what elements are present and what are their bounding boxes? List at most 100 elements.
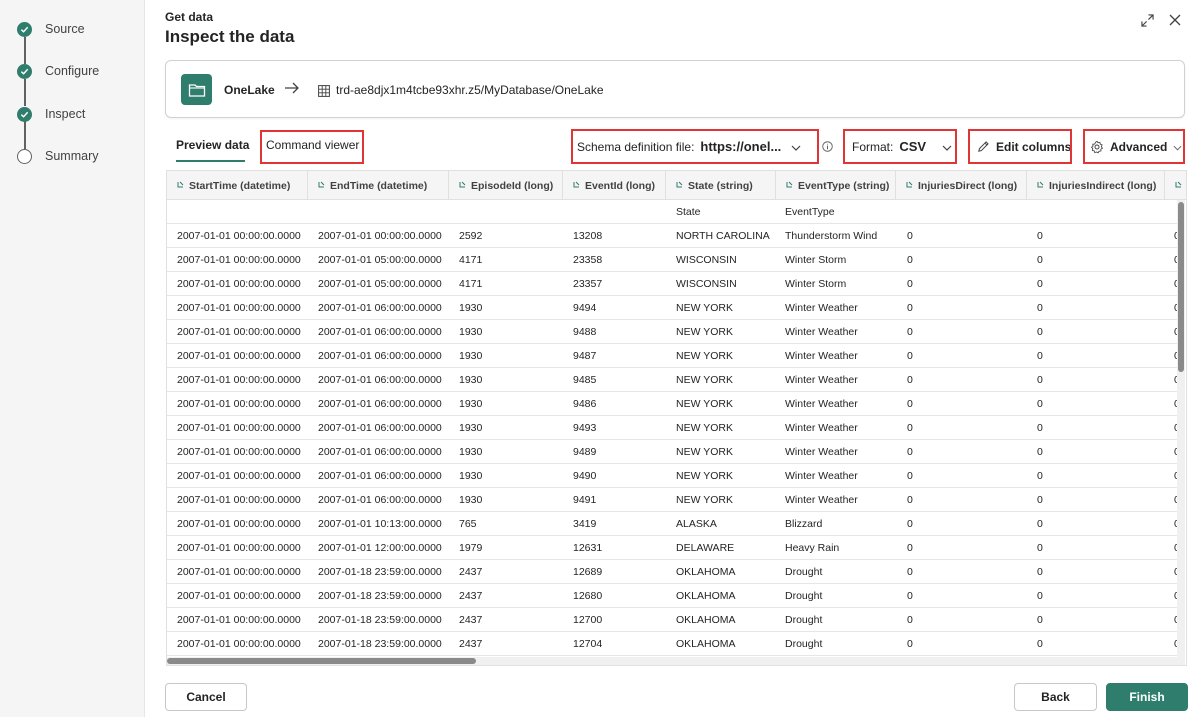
table-cell: 0	[1037, 229, 1043, 242]
cancel-button[interactable]: Cancel	[165, 683, 247, 711]
sort-icon	[676, 180, 684, 192]
step-inspect[interactable]: Inspect	[17, 104, 85, 124]
column-header-label: InjuriesDirect (long)	[918, 179, 1018, 192]
table-cell: 0	[1037, 301, 1043, 314]
column-header[interactable]: InjuriesIndirect (long)	[1027, 171, 1165, 200]
scrollbar-thumb[interactable]	[1178, 202, 1184, 372]
table-cell: 2007-01-01 00:00:00.0000	[177, 493, 301, 506]
expand-icon[interactable]	[1140, 13, 1154, 27]
column-header[interactable]	[1165, 171, 1186, 200]
format-dropdown[interactable]: Format: CSV	[843, 129, 957, 164]
table-cell: NEW YORK	[676, 469, 733, 482]
pencil-icon	[977, 140, 990, 153]
table-row: 2007-01-01 00:00:00.0000 2007-01-01 06:00…	[167, 392, 1180, 416]
table-cell: OKLAHOMA	[676, 589, 736, 602]
source-name: OneLake	[224, 83, 275, 97]
table-cell: 0	[907, 325, 913, 338]
vertical-scrollbar[interactable]	[1177, 200, 1185, 665]
table-cell: 2007-01-01 00:00:00.0000	[177, 397, 301, 410]
table-cell: Winter Weather	[785, 445, 858, 458]
column-header[interactable]: StartTime (datetime)	[167, 171, 308, 200]
check-circle-icon	[17, 106, 32, 122]
table-cell: 3419	[573, 517, 597, 530]
table-cell: Winter Weather	[785, 397, 858, 410]
table-cell: 2007-01-01 00:00:00.0000	[177, 421, 301, 434]
finish-button[interactable]: Finish	[1106, 683, 1188, 711]
column-header[interactable]: EventId (long)	[563, 171, 666, 200]
step-label: Summary	[45, 149, 99, 163]
get-data-wizard: Source Configure Inspect Summary Get dat…	[0, 0, 1200, 717]
table-cell: 0	[907, 517, 913, 530]
table-cell: 0	[1037, 325, 1043, 338]
edit-columns-button[interactable]: Edit columns	[968, 129, 1072, 164]
table-cell: Drought	[785, 565, 823, 578]
breadcrumb: Get data	[165, 10, 214, 24]
table-cell: NEW YORK	[676, 325, 733, 338]
table-cell: 0	[907, 301, 913, 314]
table-cell: WISCONSIN	[676, 253, 737, 266]
table-cell: 1930	[459, 469, 483, 482]
table-cell: 2007-01-01 06:00:00.0000	[318, 493, 442, 506]
table-cell: 9490	[573, 469, 597, 482]
table-row: 2007-01-01 00:00:00.0000 2007-01-01 06:00…	[167, 440, 1180, 464]
table-header: StartTime (datetime) EndTime (datetime) Ep…	[167, 171, 1186, 200]
table-cell: 2007-01-01 00:00:00.0000	[177, 565, 301, 578]
table-row: 2007-01-01 00:00:00.0000 2007-01-01 06:00…	[167, 368, 1180, 392]
tab-label: Preview data	[176, 138, 250, 152]
table-cell: 2007-01-18 23:59:00.0000	[318, 589, 442, 602]
step-source[interactable]: Source	[17, 19, 85, 39]
table-cell: 23357	[573, 277, 603, 290]
table-cell: 2007-01-01 00:00:00.0000	[177, 613, 301, 626]
back-button[interactable]: Back	[1014, 683, 1097, 711]
table-cell: 1930	[459, 373, 483, 386]
tab-command-viewer[interactable]: Command viewer	[260, 130, 364, 164]
scrollbar-thumb[interactable]	[167, 658, 476, 664]
table-cell: NEW YORK	[676, 421, 733, 434]
step-configure[interactable]: Configure	[17, 61, 99, 81]
table-cell: 2007-01-01 06:00:00.0000	[318, 325, 442, 338]
table-cell: NEW YORK	[676, 349, 733, 362]
table-cell: 0	[907, 589, 913, 602]
table-cell: DELAWARE	[676, 541, 735, 554]
info-icon[interactable]	[822, 131, 836, 162]
sort-icon	[1037, 180, 1045, 192]
table-cell: 2007-01-01 00:00:00.0000	[177, 229, 301, 242]
table-row: 2007-01-01 00:00:00.0000 2007-01-18 23:59…	[167, 560, 1180, 584]
column-header[interactable]: InjuriesDirect (long)	[896, 171, 1027, 200]
advanced-dropdown[interactable]: Advanced	[1083, 129, 1185, 164]
table-cell: 0	[907, 613, 913, 626]
table-cell: 9494	[573, 301, 597, 314]
column-header-label: State (string)	[688, 179, 753, 192]
column-header[interactable]: State (string)	[666, 171, 776, 200]
table-cell: WISCONSIN	[676, 277, 737, 290]
column-header[interactable]: EndTime (datetime)	[308, 171, 449, 200]
table-cell: ALASKA	[676, 517, 717, 530]
table-cell: 0	[907, 469, 913, 482]
gear-icon	[1090, 140, 1104, 154]
tab-preview-data[interactable]: Preview data	[176, 130, 249, 162]
table-cell: 0	[907, 637, 913, 650]
table-cell: 2437	[459, 589, 483, 602]
table-cell: 2007-01-01 00:00:00.0000	[177, 373, 301, 386]
table-cell: 0	[907, 445, 913, 458]
table-row: 2007-01-01 00:00:00.0000 2007-01-01 06:00…	[167, 464, 1180, 488]
table-cell: Drought	[785, 589, 823, 602]
close-icon[interactable]	[1168, 13, 1182, 27]
table-cell: OKLAHOMA	[676, 565, 736, 578]
table-cell: Winter Weather	[785, 325, 858, 338]
table-row: 2007-01-01 00:00:00.0000 2007-01-01 05:00…	[167, 272, 1180, 296]
table-cell: 2007-01-01 00:00:00.0000	[177, 349, 301, 362]
table-cell: 2007-01-01 06:00:00.0000	[318, 421, 442, 434]
table-cell: 2437	[459, 613, 483, 626]
table-cell: 9486	[573, 397, 597, 410]
chevron-down-icon	[1173, 140, 1182, 154]
step-summary[interactable]: Summary	[17, 146, 98, 166]
schema-definition-dropdown[interactable]: Schema definition file: https://onel...	[571, 129, 819, 164]
table-cell: 0	[907, 541, 913, 554]
table-row: 2007-01-01 00:00:00.0000 2007-01-01 06:00…	[167, 416, 1180, 440]
column-header[interactable]: EventType (string)	[776, 171, 896, 200]
horizontal-scrollbar[interactable]	[167, 657, 1177, 665]
table-cell: 2007-01-18 23:59:00.0000	[318, 613, 442, 626]
table-cell: 2007-01-01 00:00:00.0000	[177, 589, 301, 602]
column-header[interactable]: EpisodeId (long)	[449, 171, 563, 200]
